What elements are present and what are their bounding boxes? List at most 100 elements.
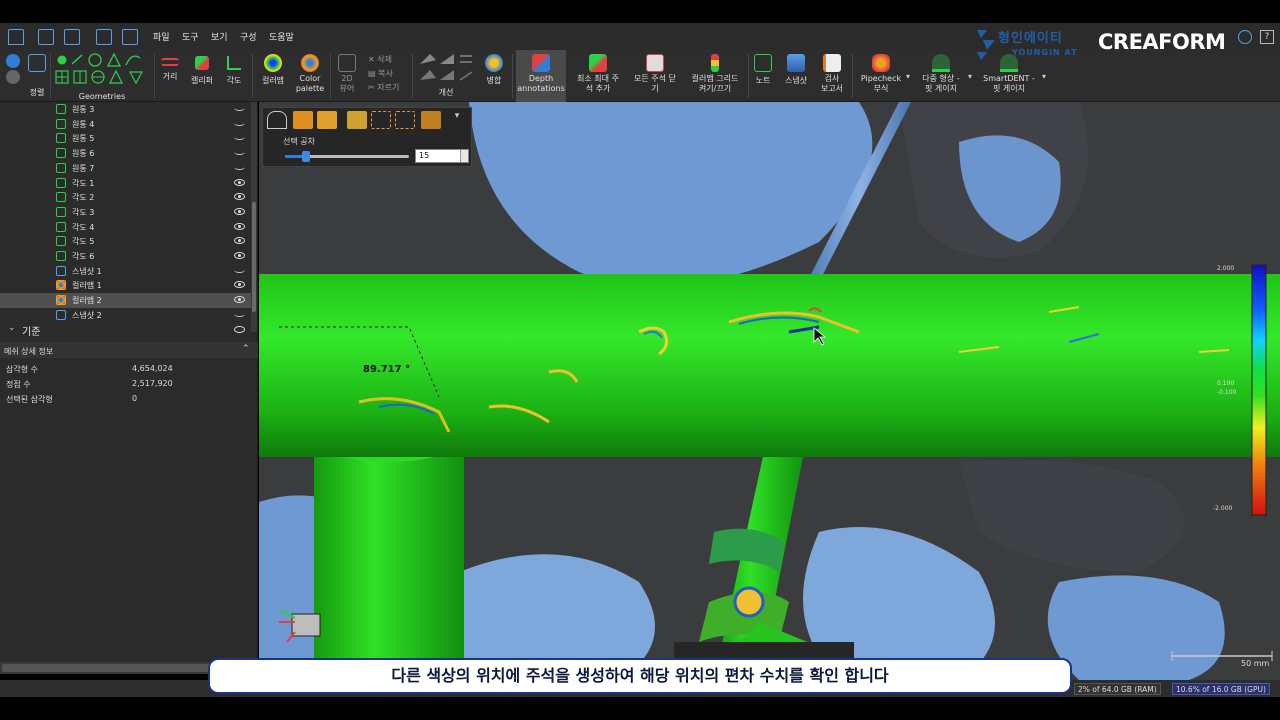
select-invert-icon[interactable] — [421, 111, 441, 129]
colormap-button[interactable]: 컬러맵 — [256, 50, 290, 102]
cut-button[interactable]: ✂ 자르기 — [368, 82, 399, 93]
tree-item[interactable]: 각도 4 — [0, 220, 252, 235]
angle-icon — [56, 251, 66, 261]
export-icon[interactable] — [122, 29, 138, 45]
eye-closed-icon[interactable] — [234, 120, 245, 126]
eye-icon[interactable] — [234, 207, 245, 215]
align-button[interactable]: 정렬 — [26, 50, 48, 102]
tolerance-slider-handle[interactable] — [302, 151, 311, 162]
tree-item[interactable]: 각도 6 — [0, 249, 252, 264]
pipecheck-corrosion-button[interactable]: Pipecheck 부식 — [856, 50, 906, 102]
tree-item[interactable]: 원통 6 — [0, 146, 252, 161]
tolerance-slider[interactable] — [285, 151, 409, 162]
select-front-icon[interactable] — [317, 111, 337, 129]
help-icon[interactable]: ? — [1260, 30, 1274, 44]
select-through-icon[interactable] — [347, 111, 367, 129]
eye-closed-icon[interactable] — [234, 267, 245, 273]
caliper-button[interactable]: 캘리퍼 — [186, 50, 218, 102]
3d-viewport[interactable]: 2.000 0.100 -0.100 -2.000 — [259, 102, 1280, 680]
tree-scrollbar-thumb[interactable] — [252, 202, 256, 312]
save-icon[interactable] — [64, 29, 80, 45]
eye-icon[interactable] — [234, 222, 245, 230]
globe-icon[interactable] — [1238, 30, 1252, 44]
tree-item[interactable]: 컬러맵 1 — [0, 278, 252, 293]
pipecheck-icon — [872, 54, 890, 72]
geometry-shapes-icons[interactable] — [52, 50, 152, 88]
tree-item[interactable]: 컬러맵 2 — [0, 293, 252, 308]
select-surface-icon[interactable] — [293, 111, 313, 129]
spin-arrows-icon[interactable] — [460, 150, 468, 162]
inspection-report-icon — [823, 54, 841, 72]
smartdent-dropdown-icon[interactable]: ▾ — [1042, 72, 1046, 81]
multi-shape-label: 다중 형상 - 핏 게이지 — [922, 74, 960, 93]
color-palette-button[interactable]: Color palette — [292, 50, 328, 102]
eye-closed-icon[interactable] — [234, 311, 245, 317]
multi-shape-fit-gauge-button[interactable]: 다중 형상 - 핏 게이지 — [916, 50, 966, 102]
note-button[interactable]: 노트 — [750, 50, 776, 102]
eye-closed-icon[interactable] — [234, 164, 245, 170]
mesh-details-header[interactable]: 메쉬 상세 정보 ⌃ — [0, 342, 258, 358]
min-max-annotation-button[interactable]: 최소 최대 주 석 추가 — [570, 50, 626, 102]
more-options-icon[interactable]: ▾ — [447, 111, 467, 129]
menu-file[interactable]: 파일 — [153, 30, 170, 43]
tree-scrollbar[interactable] — [251, 102, 257, 332]
tree-item[interactable]: 각도 2 — [0, 190, 252, 205]
note-label: 노트 — [755, 76, 771, 85]
tree-item[interactable]: 원통 3 — [0, 102, 252, 117]
depth-annotations-button[interactable]: Depth annotations — [516, 50, 566, 102]
tolerance-spinbox[interactable]: 15 — [415, 149, 469, 163]
eye-icon[interactable] — [234, 296, 245, 304]
multi-shape-dropdown-icon[interactable]: ▾ — [968, 72, 972, 81]
2d-viewer-button[interactable]: 2D 뷰어 — [334, 50, 360, 102]
menu-help[interactable]: 도움말 — [269, 30, 294, 43]
eye-closed-icon[interactable] — [234, 149, 245, 156]
tree-item[interactable]: 원통 5 — [0, 131, 252, 146]
improve-group[interactable]: 개선 — [416, 50, 476, 102]
snapshot-button[interactable]: 스냅샷 — [780, 50, 812, 102]
undo-button[interactable] — [2, 50, 24, 102]
collapse-caret-icon[interactable]: ⌃ — [242, 344, 250, 354]
import-icon[interactable] — [96, 29, 112, 45]
angle-button[interactable]: 각도 — [220, 50, 248, 102]
eye-icon[interactable] — [234, 281, 245, 289]
eye-closed-icon[interactable] — [234, 105, 245, 111]
project-tree-panel: 원통 3 원통 4 원통 5 원통 6 원통 7 각도 1 각도 2 각도 3 각도 4 각도 5… — [0, 102, 258, 662]
select-rectangle-icon[interactable] — [371, 111, 391, 129]
close-all-annotations-button[interactable]: 모든 주석 닫 기 — [628, 50, 682, 102]
eye-icon[interactable] — [234, 237, 245, 245]
copy-button[interactable]: ▤ 복사 — [368, 68, 393, 79]
eye-icon[interactable] — [234, 193, 245, 201]
merge-button[interactable]: 병합 — [480, 50, 508, 102]
collapse-toolbar-icon[interactable] — [267, 111, 287, 129]
reference-section[interactable]: ⌄ 기준 — [0, 320, 258, 338]
new-file-icon[interactable] — [38, 29, 54, 45]
menu-configure[interactable]: 구성 — [240, 30, 257, 43]
select-lasso-icon[interactable] — [395, 111, 415, 129]
eye-icon[interactable] — [234, 252, 245, 259]
tree-item[interactable]: 각도 1 — [0, 176, 252, 191]
angle-annotation[interactable]: 89.717 ° — [363, 364, 410, 375]
mesh-detail-row: 정점 수 2,517,920 — [6, 379, 246, 390]
distance-label: 거리 — [162, 72, 178, 81]
distance-button[interactable]: 거리 — [156, 50, 184, 102]
eye-icon[interactable] — [234, 326, 245, 333]
tree-item[interactable]: 원통 4 — [0, 117, 252, 132]
inspection-report-button[interactable]: 검사 보고서 — [814, 50, 850, 102]
menu-view[interactable]: 보기 — [211, 30, 228, 43]
tree-item[interactable]: 각도 5 — [0, 234, 252, 249]
tree-item[interactable]: 원통 7 — [0, 161, 252, 176]
eye-icon[interactable] — [234, 178, 245, 186]
menu-tools[interactable]: 도구 — [182, 30, 199, 43]
tree-item[interactable]: 스냅샷 1 — [0, 264, 252, 279]
eye-closed-icon[interactable] — [234, 134, 245, 141]
tree-item[interactable]: 각도 3 — [0, 205, 252, 220]
home-icon[interactable] — [8, 29, 24, 45]
tree-item-label: 원통 3 — [72, 105, 95, 114]
tree-item-label: 원통 5 — [72, 134, 95, 144]
mesh-details-title: 메쉬 상세 정보 — [4, 347, 54, 356]
pipecheck-dropdown-icon[interactable]: ▾ — [906, 72, 910, 81]
ram-usage: 2% of 64.0 GB (RAM) — [1074, 683, 1161, 695]
colormap-grid-toggle-button[interactable]: 컬러맵 그리드 켜기/끄기 — [684, 50, 746, 102]
delete-button[interactable]: ✕ 삭제 — [368, 54, 392, 65]
copy-label: 복사 — [378, 69, 393, 78]
